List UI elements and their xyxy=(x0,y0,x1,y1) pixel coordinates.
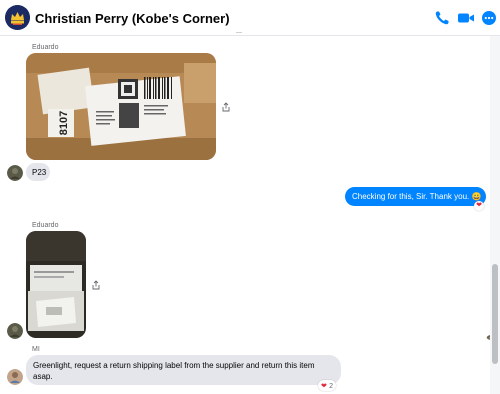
share-icon[interactable] xyxy=(221,102,231,112)
message-bubble[interactable]: Greenlight, request a return shipping la… xyxy=(26,355,341,385)
crown-logo-icon xyxy=(5,5,30,30)
share-icon[interactable] xyxy=(91,280,101,290)
reaction-summary[interactable]: ❤ 2 xyxy=(318,380,337,391)
svg-text:8107: 8107 xyxy=(58,111,70,135)
conversation-header: Christian Perry (Kobe's Corner) xyxy=(0,0,500,36)
heart-reaction: ❤ xyxy=(321,383,327,390)
sender-avatar[interactable] xyxy=(7,369,23,385)
sender-avatar[interactable] xyxy=(7,323,23,339)
contact-name[interactable]: Christian Perry (Kobe's Corner) xyxy=(35,11,230,26)
message-text-line: asap. xyxy=(33,372,53,381)
message-bubble[interactable]: P23 xyxy=(26,163,50,181)
phone-icon[interactable] xyxy=(434,10,450,26)
video-camera-icon[interactable] xyxy=(457,10,475,26)
avatar-photo xyxy=(7,165,23,181)
package-label-photo[interactable]: 8107 xyxy=(26,53,216,160)
heart-reaction[interactable]: ❤ xyxy=(474,201,484,211)
box-image xyxy=(26,231,86,338)
package-label-image: 8107 xyxy=(26,53,216,160)
reaction-count: 2 xyxy=(329,383,334,390)
sender-avatar[interactable] xyxy=(7,165,23,181)
sender-name: Eduardo xyxy=(32,222,59,229)
sender-name: Eduardo xyxy=(32,44,59,51)
message-text-line: Greenlight, request a return shipping la… xyxy=(33,361,315,370)
divider xyxy=(236,32,242,33)
scrollbar-thumb[interactable] xyxy=(492,264,498,364)
outgoing-message-bubble[interactable]: Checking for this, Sir. Thank you. 😀 xyxy=(345,187,486,206)
contact-avatar[interactable] xyxy=(5,5,30,30)
message-text: P23 xyxy=(32,168,47,177)
more-horizontal-icon[interactable] xyxy=(481,10,497,26)
scrollbar[interactable] xyxy=(490,36,500,394)
message-text: Checking for this, Sir. Thank you. 😀 xyxy=(352,192,482,201)
sender-name: MI xyxy=(32,346,40,353)
avatar-photo xyxy=(7,369,23,385)
box-photo[interactable] xyxy=(26,231,86,338)
avatar-photo xyxy=(7,323,23,339)
